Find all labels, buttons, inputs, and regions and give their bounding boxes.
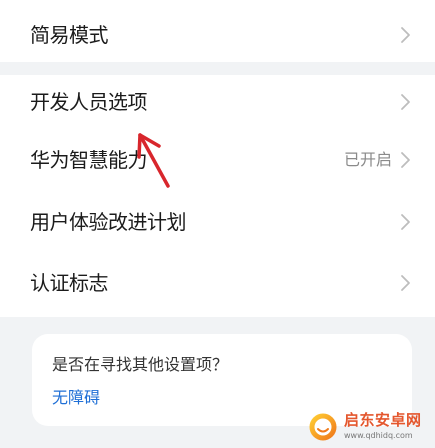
suggestion-question: 是否在寻找其他设置项？ (52, 355, 229, 374)
watermark-site-url: www.qdhidq.com (344, 431, 413, 440)
chevron-right-icon (401, 152, 410, 168)
settings-row-huawei-ability[interactable]: 华为智慧能力 已开启 (0, 135, 435, 185)
settings-row-certification-marks[interactable]: 认证标志 (0, 258, 435, 308)
settings-row-label: 简易模式 (30, 23, 109, 47)
accessibility-link[interactable]: 无障碍 (52, 387, 100, 409)
chevron-right-icon (401, 214, 410, 230)
chevron-right-icon (401, 94, 410, 110)
chevron-right-icon (401, 27, 410, 43)
section-divider-gap (0, 62, 435, 75)
settings-row-user-experience-program[interactable]: 用户体验改进计划 (0, 197, 435, 247)
chevron-right-icon (401, 275, 410, 291)
watermark-site-name: 启东安卓网 (344, 411, 422, 429)
watermark-logo-icon (309, 413, 337, 441)
settings-row-developer-options[interactable]: 开发人员选项 (0, 77, 435, 127)
settings-row-label: 用户体验改进计划 (30, 210, 187, 234)
settings-row-label: 华为智慧能力 (30, 148, 148, 172)
settings-row-simple-mode[interactable]: 简易模式 (0, 10, 435, 60)
status-value: 已开启 (343, 150, 392, 169)
settings-row-label: 开发人员选项 (30, 90, 148, 114)
watermark: 启东安卓网 www.qdhidq.com (306, 408, 430, 446)
settings-row-label: 认证标志 (30, 271, 109, 295)
